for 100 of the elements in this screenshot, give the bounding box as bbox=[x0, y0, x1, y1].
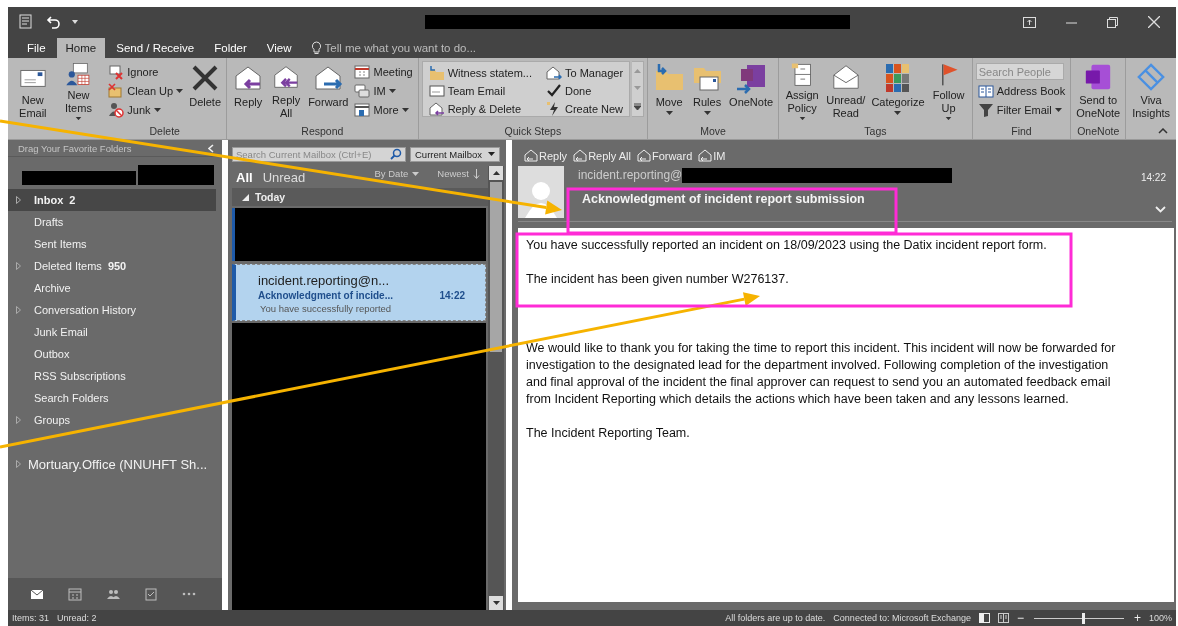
body-paragraph: The incident has been given number W276137. bbox=[526, 271, 790, 288]
scroll-up-icon bbox=[492, 171, 500, 175]
favorites-hint: Drag Your Favorite Folders bbox=[18, 142, 132, 154]
search-people-field[interactable]: Search People bbox=[975, 63, 1064, 80]
quick-step[interactable]: Witness statem... bbox=[426, 64, 534, 81]
reply-action[interactable]: Reply bbox=[524, 149, 568, 162]
folder-item[interactable]: Drafts bbox=[8, 211, 216, 233]
ribbon-button[interactable]: Rules bbox=[689, 61, 726, 121]
folder-arrow-icon bbox=[428, 64, 445, 81]
ribbon-button[interactable]: Junk bbox=[106, 101, 186, 118]
reply-action[interactable]: Forward bbox=[636, 149, 693, 162]
ribbon-tab[interactable]: Home bbox=[56, 38, 106, 58]
caret-icon bbox=[488, 152, 496, 156]
quick-step[interactable]: Create New bbox=[544, 100, 626, 117]
sort-button[interactable]: By Date bbox=[374, 168, 428, 179]
folder-item[interactable]: Archive bbox=[8, 277, 216, 299]
status-text: Unread: 2 bbox=[57, 613, 97, 623]
ribbon-button[interactable]: Reply All bbox=[268, 61, 305, 121]
ribbon-button[interactable]: Viva Insights bbox=[1129, 61, 1173, 121]
ribbon-tab[interactable]: View bbox=[257, 38, 301, 58]
reading-view-icon bbox=[997, 613, 1009, 623]
ribbon-button[interactable]: Address Book bbox=[975, 82, 1068, 99]
group-header: Today bbox=[232, 188, 488, 206]
caret-icon bbox=[412, 171, 420, 176]
ribbon-tab[interactable]: Send / Receive bbox=[107, 38, 204, 58]
folder-item[interactable]: Sent Items bbox=[8, 233, 216, 255]
slider-thumb[interactable] bbox=[1082, 612, 1086, 624]
collapse-ribbon-icon bbox=[1158, 128, 1168, 134]
collapse-pane-icon bbox=[208, 143, 214, 153]
quick-step[interactable]: Reply & Delete bbox=[426, 100, 534, 117]
notebook-arrow-icon bbox=[735, 62, 768, 94]
message-item[interactable]: incident.reporting@n... Acknowledgment of incide... 14:22 You have successfully reported bbox=[232, 264, 486, 321]
folder-item[interactable]: Deleted Items 950 bbox=[8, 255, 216, 277]
status-text: Connected to: Microsoft Exchange bbox=[833, 613, 971, 623]
order-button[interactable]: Newest bbox=[437, 168, 488, 179]
ribbon-button[interactable]: Delete bbox=[187, 61, 224, 121]
ribbon-button[interactable]: Filter Email bbox=[975, 101, 1068, 118]
envelope-stack-icon bbox=[108, 82, 125, 99]
filter-icon bbox=[977, 101, 994, 118]
group-label: Delete bbox=[148, 124, 181, 139]
ribbon-button[interactable]: Assign Policy bbox=[782, 61, 823, 121]
undo-icon bbox=[46, 15, 60, 29]
ribbon-button[interactable]: Forward bbox=[306, 61, 351, 121]
gallery-more-icon bbox=[634, 102, 642, 110]
zoom-out-button[interactable]: − bbox=[1016, 611, 1024, 625]
filter-tab[interactable]: All bbox=[236, 169, 253, 185]
down-arrow-icon bbox=[473, 168, 480, 179]
ribbon-button[interactable]: New Email bbox=[11, 61, 55, 121]
search-field[interactable]: Search Current Mailbox (Ctrl+E) bbox=[232, 146, 406, 162]
ribbon-button[interactable]: IM bbox=[352, 82, 415, 99]
expand-chevron-icon bbox=[1155, 206, 1166, 213]
folder-item[interactable]: Inbox 2 bbox=[8, 189, 216, 211]
ribbon-tab[interactable]: Folder bbox=[205, 38, 256, 58]
close-icon bbox=[1148, 16, 1160, 28]
status-text: Items: 31 bbox=[12, 613, 49, 623]
group-label: Find bbox=[1010, 124, 1033, 139]
filter-tab[interactable]: Unread bbox=[262, 169, 306, 185]
scroll-down-icon bbox=[634, 85, 642, 90]
normal-view-icon bbox=[978, 613, 990, 623]
reply-action[interactable]: Reply All bbox=[573, 149, 631, 162]
ribbon-button[interactable]: Reply bbox=[230, 61, 267, 121]
ribbon-button[interactable]: OneNote bbox=[727, 61, 776, 121]
quick-step[interactable]: Done bbox=[544, 82, 626, 99]
ribbon-button[interactable]: New Items bbox=[56, 61, 101, 121]
ribbon-button[interactable]: Clean Up bbox=[106, 82, 186, 99]
folder-item[interactable]: Outbox bbox=[8, 343, 216, 365]
ribbon-button[interactable]: Move bbox=[651, 61, 688, 121]
folder-item[interactable]: RSS Subscriptions bbox=[8, 365, 216, 387]
ribbon-button[interactable]: Follow Up bbox=[928, 61, 969, 121]
folder-item[interactable]: Conversation History bbox=[8, 299, 216, 321]
ribbon-button[interactable]: Send to OneNote bbox=[1074, 61, 1123, 121]
search-icon bbox=[390, 148, 402, 160]
window-icon bbox=[18, 14, 34, 30]
checkmark-icon bbox=[546, 82, 562, 99]
reply-action[interactable]: IM bbox=[698, 149, 726, 162]
ribbon-button[interactable]: Unread/ Read bbox=[824, 61, 868, 121]
ribbon-button[interactable]: Categorize bbox=[869, 61, 927, 121]
quick-step[interactable]: To Manager bbox=[544, 64, 626, 81]
collapse-triangle-icon bbox=[242, 193, 249, 201]
zoom-in-button[interactable]: + bbox=[1133, 611, 1141, 625]
mailbox-item[interactable]: Mortuary.Office (NNUHFT Sh... bbox=[8, 453, 216, 475]
tell-me-field[interactable]: Tell me what you want to do... bbox=[324, 42, 515, 54]
folder-item[interactable]: Groups bbox=[8, 409, 216, 431]
ribbon-button[interactable]: Ignore bbox=[106, 63, 186, 80]
body-paragraph: We would like to thank you for taking the time to report this incident. This incident will now be forwarded for investigation to the designated lead for the department involved. Following completion of the investigation and final approval of the incident the final approver can request to send you an automated feedback email from Incident Reporting which details the actions which have been taken and any lessons learned. bbox=[526, 340, 1117, 408]
message-subject: Acknowledgment of incident report submission bbox=[581, 192, 866, 206]
ribbon-button[interactable]: Meeting bbox=[352, 63, 415, 80]
folder-item[interactable]: Junk Email bbox=[8, 321, 216, 343]
ribbon-button[interactable]: More bbox=[352, 101, 415, 118]
sender-name: incident.reporting@ bbox=[578, 168, 683, 182]
status-text: All folders are up to date. bbox=[725, 613, 826, 623]
reply-icon bbox=[428, 100, 445, 117]
quick-step[interactable]: Team Email bbox=[426, 82, 534, 99]
body-paragraph: The Incident Reporting Team. bbox=[526, 425, 691, 442]
folder-item[interactable]: Search Folders bbox=[8, 387, 216, 409]
group-label: Quick Steps bbox=[503, 124, 563, 139]
restore-icon bbox=[1107, 16, 1118, 28]
ribbon-tab[interactable]: File bbox=[18, 38, 55, 58]
scrollbar[interactable] bbox=[488, 166, 504, 610]
scope-dropdown[interactable]: Current Mailbox bbox=[410, 146, 501, 162]
